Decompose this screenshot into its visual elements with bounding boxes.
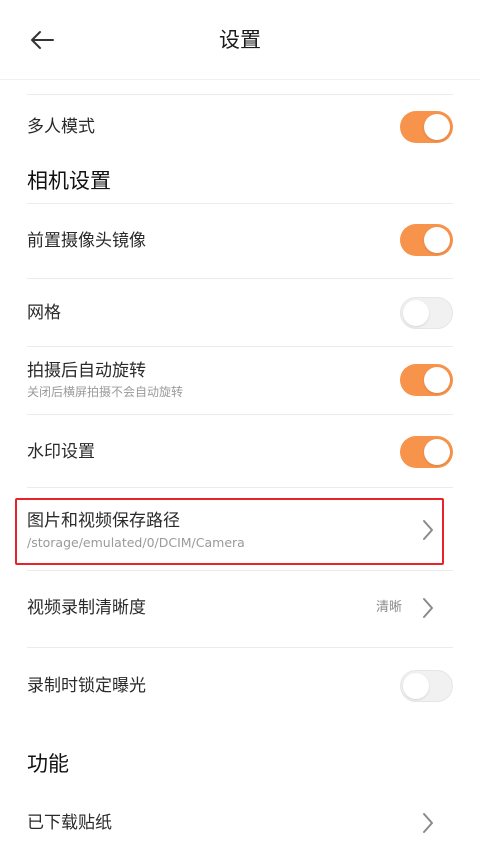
watermark-label: 水印设置 [27, 442, 95, 462]
page-title: 设置 [219, 28, 261, 52]
toggle-knob [424, 439, 450, 465]
auto-rotate-subtitle: 关闭后横屏拍摄不会自动旋转 [27, 385, 184, 399]
video-quality-value: 清晰 [376, 600, 403, 615]
toggle-knob [403, 673, 429, 699]
lock-exposure-label: 录制时锁定曝光 [27, 676, 146, 696]
divider [27, 647, 453, 648]
multi-mode-label: 多人模式 [27, 117, 95, 137]
divider [27, 487, 453, 488]
chevron-right-icon[interactable] [418, 811, 438, 835]
lock-exposure-toggle[interactable] [400, 670, 453, 702]
chevron-right-icon [423, 520, 433, 540]
chevron-right-icon[interactable] [418, 596, 438, 620]
divider [27, 94, 453, 95]
toggle-knob [424, 367, 450, 393]
video-quality-label[interactable]: 视频录制清晰度 [27, 596, 146, 620]
app-header: 设置 [0, 0, 480, 80]
toggle-knob [424, 227, 450, 253]
grid-toggle[interactable] [400, 297, 453, 329]
auto-rotate-label: 拍摄后自动旋转 [27, 361, 146, 381]
stickers-label[interactable]: 已下载贴纸 [27, 811, 112, 835]
section-title-features: 功能 [27, 752, 69, 776]
save-path-value: /storage/emulated/0/DCIM/Camera [27, 535, 245, 550]
divider [27, 203, 453, 204]
section-title-camera: 相机设置 [27, 169, 111, 193]
divider [27, 346, 453, 347]
front-mirror-label: 前置摄像头镜像 [27, 231, 146, 251]
toggle-knob [403, 300, 429, 326]
multi-mode-toggle[interactable] [400, 111, 453, 143]
divider [27, 570, 453, 571]
toggle-knob [424, 114, 450, 140]
auto-rotate-toggle[interactable] [400, 364, 453, 396]
grid-label: 网格 [27, 303, 61, 323]
front-mirror-toggle[interactable] [400, 224, 453, 256]
save-path-label: 图片和视频保存路径 [27, 511, 180, 531]
divider [27, 278, 453, 279]
watermark-toggle[interactable] [400, 436, 453, 468]
divider [27, 414, 453, 415]
